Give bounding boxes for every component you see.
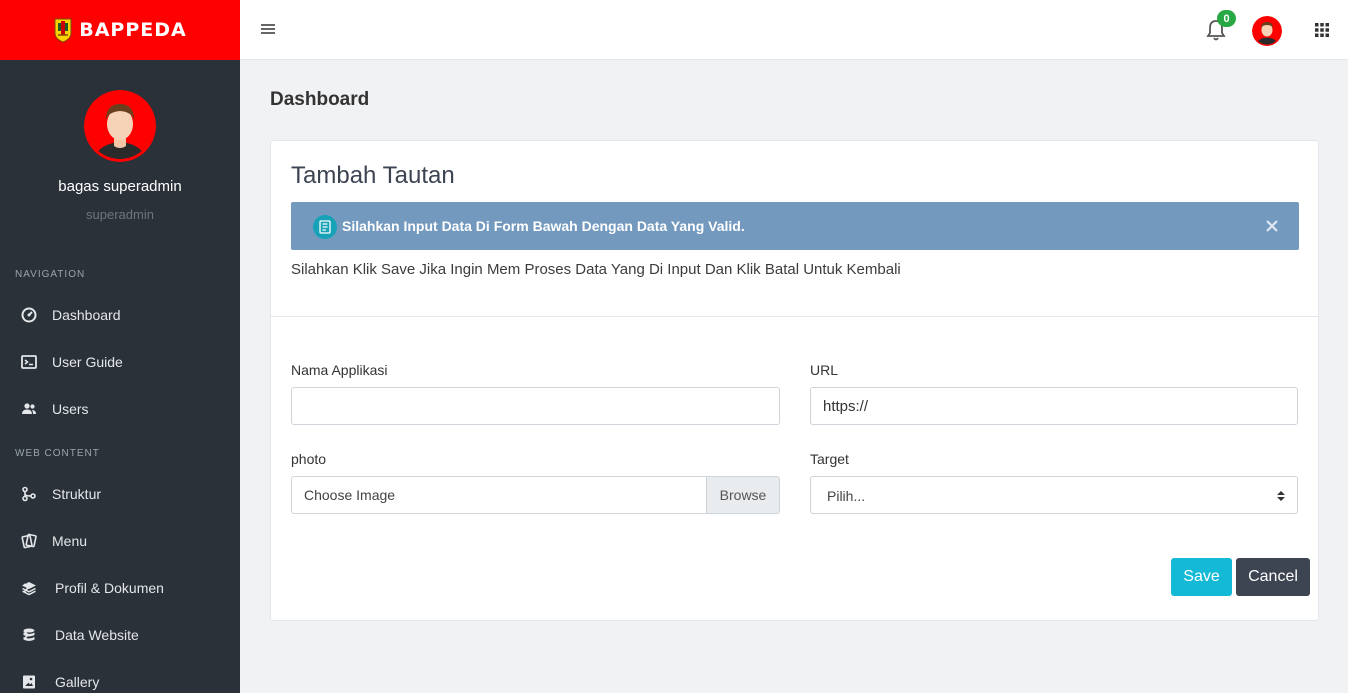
browse-button[interactable]: Browse xyxy=(706,477,779,513)
select-caret-icon xyxy=(1277,491,1285,501)
info-document-icon xyxy=(313,215,337,239)
notification-count-badge: 0 xyxy=(1217,10,1236,27)
target-select[interactable]: Pilih... xyxy=(810,476,1298,514)
target-selected-value: Pilih... xyxy=(827,488,866,504)
photo-file-input[interactable]: Choose Image Browse xyxy=(291,476,780,514)
sidebar-item-label: Profil & Dokumen xyxy=(55,580,164,596)
chevron-right-icon xyxy=(23,677,30,687)
profile-role: superadmin xyxy=(86,207,154,222)
close-icon[interactable] xyxy=(1265,219,1279,233)
chevron-right-icon xyxy=(23,583,30,593)
sidebar-item-label: User Guide xyxy=(52,354,123,370)
users-icon xyxy=(22,403,36,414)
topbar: 0 xyxy=(240,0,1348,60)
terminal-icon xyxy=(21,355,37,369)
avatar[interactable] xyxy=(84,90,156,162)
photo-label: photo xyxy=(291,451,327,467)
sidebar-item-label: Gallery xyxy=(55,674,100,690)
page-title: Dashboard xyxy=(270,89,370,110)
target-label: Target xyxy=(810,451,849,467)
profile-block: bagas superadmin superadmin xyxy=(0,60,240,222)
sidebar: BAPPEDA bagas superadmin superadmin NAVI… xyxy=(0,0,240,693)
cancel-button[interactable]: Cancel xyxy=(1236,558,1310,596)
hamburger-menu-icon[interactable] xyxy=(261,23,275,35)
apps-grid-icon[interactable] xyxy=(1315,23,1329,37)
chevron-right-icon xyxy=(23,630,30,640)
sidebar-item-profil-dokumen[interactable]: Profil & Dokumen xyxy=(0,576,240,600)
tambah-tautan-card: Tambah Tautan Silahkan Input Data Di For… xyxy=(270,140,1319,621)
sidebar-item-users[interactable]: Users xyxy=(0,397,240,421)
brand-header[interactable]: BAPPEDA xyxy=(0,0,240,60)
info-alert: Silahkan Input Data Di Form Bawah Dengan… xyxy=(291,202,1299,250)
sidebar-item-label: Dashboard xyxy=(52,307,121,323)
emblem-icon xyxy=(54,18,72,43)
sidebar-item-label: Menu xyxy=(52,533,88,549)
profile-name: bagas superadmin xyxy=(58,178,182,195)
sidebar-item-label: Struktur xyxy=(52,486,102,502)
url-label: URL xyxy=(810,362,839,378)
card-title: Tambah Tautan xyxy=(291,162,455,189)
web-content-section-title: WEB CONTENT xyxy=(15,448,100,459)
url-input[interactable] xyxy=(810,387,1298,425)
sidebar-item-label: Data Website xyxy=(55,627,139,643)
nama-aplikasi-input[interactable] xyxy=(291,387,780,425)
user-avatar[interactable] xyxy=(1252,16,1282,46)
sidebar-item-gallery[interactable]: Gallery xyxy=(0,670,240,693)
divider xyxy=(271,316,1318,317)
save-button[interactable]: Save xyxy=(1171,558,1232,596)
nav-section-title: NAVIGATION xyxy=(15,269,86,280)
sidebar-item-user-guide[interactable]: User Guide xyxy=(0,350,240,374)
sidebar-item-menu[interactable]: Menu xyxy=(0,529,240,553)
branch-icon xyxy=(22,486,36,502)
cards-icon xyxy=(21,533,37,549)
sidebar-item-data-website[interactable]: Data Website xyxy=(0,623,240,647)
instruction-text: Silahkan Klik Save Jika Ingin Mem Proses… xyxy=(291,261,901,278)
sidebar-item-struktur[interactable]: Struktur xyxy=(0,482,240,506)
file-placeholder: Choose Image xyxy=(304,487,396,503)
sidebar-item-dashboard[interactable]: Dashboard xyxy=(0,303,240,327)
sidebar-item-label: Users xyxy=(52,401,89,417)
brand-name: BAPPEDA xyxy=(79,19,187,41)
nama-aplikasi-label: Nama Applikasi xyxy=(291,362,388,378)
dashboard-gauge-icon xyxy=(21,307,37,323)
alert-message: Silahkan Input Data Di Form Bawah Dengan… xyxy=(342,218,745,234)
